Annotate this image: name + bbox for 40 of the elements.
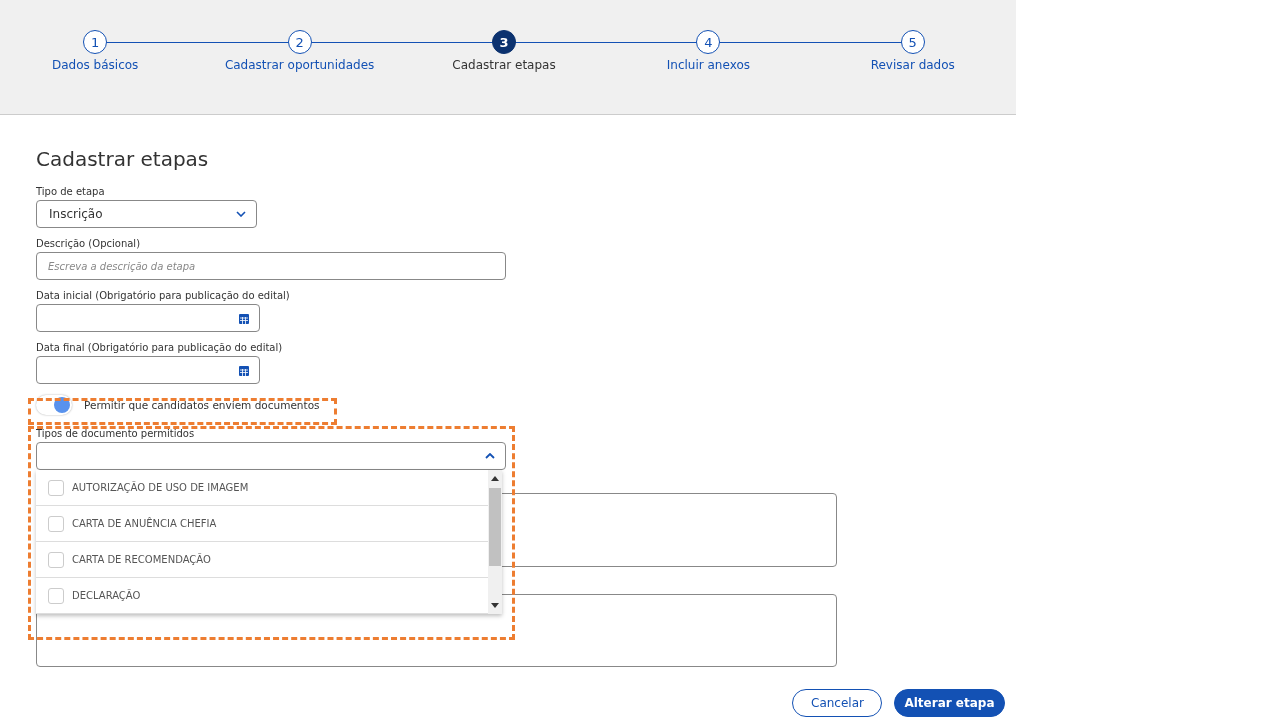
stage-type-select[interactable]: Inscrição (36, 200, 257, 228)
step-label[interactable]: Cadastrar etapas (452, 58, 556, 72)
description-field[interactable]: Escreva a descrição da etapa (36, 252, 506, 280)
step-label[interactable]: Incluir anexos (666, 58, 750, 72)
document-types-select[interactable] (36, 442, 506, 470)
step-label[interactable]: Dados básicos (52, 58, 139, 72)
field-label: Data inicial (Obrigatório para publicação do edital) (36, 290, 290, 301)
scroll-up-icon[interactable] (491, 476, 499, 481)
dropdown-option[interactable]: AUTORIZAÇÃO DE USO DE IMAGEM (36, 470, 488, 506)
calendar-icon (239, 364, 249, 376)
dropdown-option[interactable]: DECLARAÇÃO (36, 578, 488, 614)
toggle-switch[interactable] (36, 395, 72, 415)
step-number[interactable]: 5 (900, 30, 925, 54)
end-date-field[interactable] (36, 356, 260, 384)
page-title: Cadastrar etapas (36, 147, 209, 171)
field-label: Descrição (Opcional) (36, 238, 141, 249)
checkbox[interactable] (48, 587, 64, 604)
field-label: Tipos de documento permitidos (36, 428, 195, 439)
submit-button[interactable]: Alterar etapa (894, 689, 1005, 717)
checkbox[interactable] (48, 479, 64, 496)
scrollbar[interactable] (488, 470, 502, 614)
toggle-label: Permitir que candidatos enviem documentos (84, 399, 320, 411)
calendar-icon (239, 312, 249, 324)
chevron-icon (485, 453, 495, 459)
step-number[interactable]: 2 (287, 30, 312, 54)
cancel-button[interactable]: Cancelar (792, 689, 882, 717)
step-label[interactable]: Cadastrar oportunidades (224, 58, 375, 72)
chevron-down-icon (236, 211, 246, 217)
checkbox[interactable] (48, 551, 64, 568)
field-label: Tipo de etapa (36, 186, 105, 197)
step-label[interactable]: Revisar dados (870, 58, 955, 72)
dropdown-option[interactable]: CARTA DE ANUÊNCIA CHEFIA (36, 506, 488, 542)
field-label: Data final (Obrigatório para publicação do edital) (36, 342, 283, 353)
scroll-down-icon[interactable] (491, 603, 499, 608)
step-number[interactable]: 4 (696, 30, 721, 54)
dropdown-option[interactable]: CARTA DE RECOMENDAÇÃO (36, 542, 488, 578)
start-date-field[interactable] (36, 304, 260, 332)
step-number[interactable]: 1 (83, 30, 108, 54)
checkbox[interactable] (48, 515, 64, 532)
step-number[interactable]: 3 (491, 30, 516, 54)
